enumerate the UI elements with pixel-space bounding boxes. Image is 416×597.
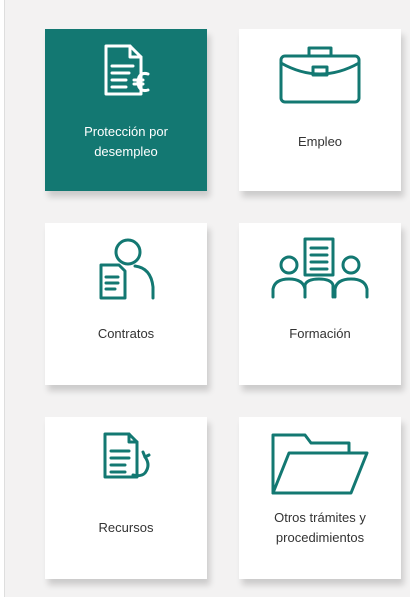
card-formacion[interactable]: Formación bbox=[239, 223, 401, 385]
services-panel: Protección por desempleo Empleo Contrato… bbox=[4, 0, 410, 597]
contract-person-icon bbox=[45, 235, 207, 301]
card-label: Contratos bbox=[97, 326, 155, 341]
card-contratos[interactable]: Contratos bbox=[45, 223, 207, 385]
card-label: Otros trámites y procedimientos bbox=[274, 510, 366, 545]
training-group-icon bbox=[239, 235, 401, 301]
card-otros-tramites[interactable]: Otros trámites y procedimientos bbox=[239, 417, 401, 579]
card-recursos[interactable]: Recursos bbox=[45, 417, 207, 579]
card-label: Protección por desempleo bbox=[84, 124, 168, 159]
card-label: Recursos bbox=[98, 520, 154, 535]
unemployment-document-euro-icon bbox=[45, 43, 207, 101]
card-label: Formación bbox=[289, 326, 351, 341]
card-label: Empleo bbox=[297, 134, 343, 149]
card-proteccion-desempleo[interactable]: Protección por desempleo bbox=[45, 29, 207, 191]
open-folder-icon bbox=[239, 429, 401, 499]
briefcase-icon bbox=[239, 43, 401, 105]
card-empleo[interactable]: Empleo bbox=[239, 29, 401, 191]
document-return-icon bbox=[45, 431, 207, 493]
